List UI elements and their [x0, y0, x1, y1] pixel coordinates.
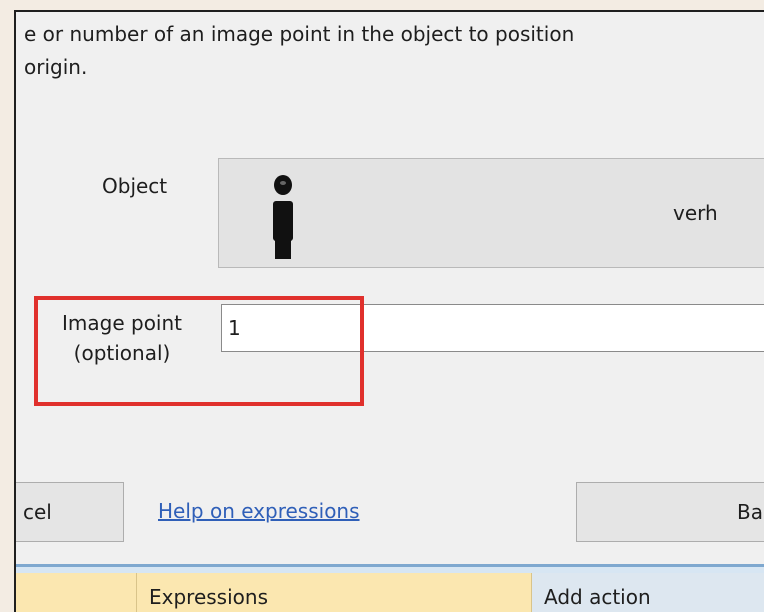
image-point-input[interactable] [221, 304, 764, 352]
bottom-tab-bar: Expressions Add action [16, 564, 764, 612]
cancel-button[interactable]: cel [16, 482, 124, 542]
tab-expressions[interactable]: Expressions [136, 573, 532, 612]
image-point-label: Image point (optional) [36, 308, 208, 368]
help-on-expressions-link[interactable]: Help on expressions [158, 499, 360, 523]
image-point-label-line-2: (optional) [73, 341, 171, 365]
description-line-2: origin. [24, 55, 88, 79]
tab-add-action[interactable]: Add action [532, 573, 764, 612]
back-button[interactable]: Back [576, 482, 764, 542]
object-picker[interactable]: verh [218, 158, 764, 268]
object-sprite-icon [273, 175, 293, 259]
object-name: verh [673, 201, 718, 225]
image-point-label-line-1: Image point [62, 311, 182, 335]
parameters-dialog: e or number of an image point in the obj… [14, 10, 764, 612]
tab-left[interactable] [16, 573, 136, 612]
description-line-1: e or number of an image point in the obj… [24, 22, 575, 46]
parameter-description: e or number of an image point in the obj… [24, 18, 764, 84]
object-label: Object [102, 174, 168, 198]
